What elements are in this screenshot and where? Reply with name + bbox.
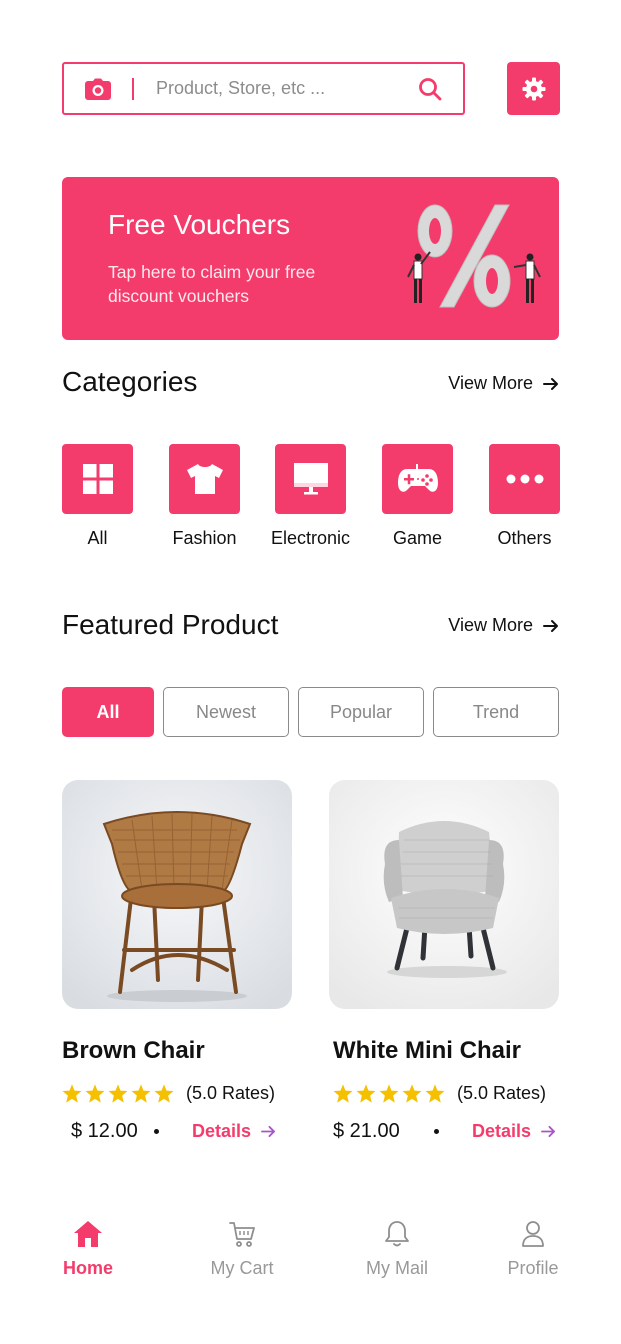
- settings-button[interactable]: [507, 62, 560, 115]
- star-icon: [425, 1084, 445, 1103]
- price-row: $ 12.00 Details: [62, 1120, 292, 1143]
- category-game[interactable]: Game: [382, 444, 453, 549]
- gamepad-icon: [397, 464, 438, 492]
- categories-view-more[interactable]: View More: [448, 373, 559, 394]
- white-chair-image: [329, 780, 559, 1009]
- product-rating: (5.0 Rates): [329, 1083, 559, 1104]
- banner-title: Free Vouchers: [108, 209, 291, 240]
- banner-description: Tap here to claim your free discount vou…: [108, 262, 316, 306]
- product-name: White Mini Chair: [333, 1037, 521, 1064]
- category-tile[interactable]: [275, 444, 346, 514]
- rating-text: (5.0 Rates): [186, 1083, 276, 1103]
- person-left: [407, 251, 431, 303]
- filter-newest[interactable]: Newest: [163, 687, 289, 737]
- brown-chair-image: [62, 780, 292, 1009]
- star-icon: [402, 1084, 422, 1103]
- category-label: All: [87, 528, 108, 548]
- arrow-right-icon: [543, 377, 558, 390]
- search-icon: [419, 77, 442, 100]
- rating-stars: [62, 1084, 174, 1103]
- category-electronic[interactable]: Electronic: [271, 444, 350, 549]
- arrow-right-icon: [261, 1125, 276, 1138]
- categories-title: Categories: [62, 366, 198, 397]
- nav-label: My Mail: [366, 1258, 428, 1278]
- bottom-navigation: Home My Cart My Mail Profile: [0, 1200, 621, 1320]
- monitor-icon: [293, 463, 328, 495]
- star-icon: [154, 1084, 174, 1103]
- product-card[interactable]: Brown Chair (5.0 Rates) $ 12.00 Details: [62, 780, 292, 1143]
- arrow-right-icon: [541, 1125, 556, 1138]
- category-all[interactable]: All: [62, 444, 133, 549]
- separator-dot: [154, 1129, 159, 1134]
- product-rating: (5.0 Rates): [62, 1083, 292, 1104]
- category-others[interactable]: Others: [489, 444, 560, 549]
- nav-label: Profile: [507, 1258, 559, 1278]
- bell-icon: [385, 1221, 409, 1247]
- star-icon: [356, 1084, 376, 1103]
- filter-popular[interactable]: Popular: [298, 687, 424, 737]
- star-icon: [85, 1084, 105, 1103]
- category-label: Electronic: [270, 528, 351, 548]
- category-label: Fashion: [172, 528, 237, 548]
- view-more-label: View More: [448, 373, 533, 393]
- nav-my-mail[interactable]: My Mail: [342, 1220, 452, 1279]
- category-tile[interactable]: [382, 444, 453, 514]
- camera-button[interactable]: [64, 64, 132, 113]
- discount-illustration: [407, 204, 541, 308]
- category-fashion[interactable]: Fashion: [169, 444, 240, 549]
- search-input[interactable]: [134, 78, 397, 99]
- category-tile[interactable]: [169, 444, 240, 514]
- star-icon: [108, 1084, 128, 1103]
- star-icon: [379, 1084, 399, 1103]
- search-button[interactable]: [397, 64, 463, 113]
- nav-profile[interactable]: Profile: [478, 1220, 588, 1279]
- product-image-brown-chair[interactable]: [62, 780, 292, 1009]
- category-label: Game: [392, 528, 443, 548]
- featured-title: Featured Product: [62, 609, 279, 640]
- gear-icon: [522, 77, 545, 100]
- arrow-right-icon: [543, 619, 558, 632]
- separator-dot: [434, 1129, 439, 1134]
- star-icon: [131, 1084, 151, 1103]
- price-row: $ 21.00 Details: [329, 1120, 559, 1143]
- view-more-label: View More: [448, 615, 533, 635]
- user-icon: [522, 1221, 544, 1247]
- person-right: [513, 253, 541, 303]
- filter-all[interactable]: All: [62, 687, 154, 737]
- details-link[interactable]: Details: [192, 1121, 276, 1142]
- rating-text: (5.0 Rates): [457, 1083, 547, 1103]
- details-label: Details: [192, 1121, 252, 1141]
- rating-stars: [333, 1084, 445, 1103]
- nav-label: Home: [62, 1258, 113, 1278]
- category-tile[interactable]: [489, 444, 560, 514]
- details-link[interactable]: Details: [472, 1121, 556, 1142]
- category-list: All Fashion Electronic Game Others: [62, 444, 560, 554]
- product-name: Brown Chair: [62, 1037, 205, 1064]
- grid-icon: [82, 464, 113, 494]
- filter-trend[interactable]: Trend: [433, 687, 559, 737]
- cart-icon: [229, 1222, 255, 1247]
- product-image-white-mini-chair[interactable]: [329, 780, 559, 1009]
- tshirt-icon: [186, 464, 223, 494]
- nav-label: My Cart: [210, 1258, 274, 1278]
- voucher-banner[interactable]: Free Vouchers Tap here to claim your fre…: [62, 177, 559, 340]
- details-label: Details: [472, 1121, 532, 1141]
- category-label: Others: [497, 528, 552, 548]
- search-bar[interactable]: [62, 62, 465, 115]
- star-icon: [333, 1084, 353, 1103]
- product-card[interactable]: White Mini Chair (5.0 Rates) $ 21.00 Det…: [329, 780, 559, 1143]
- star-icon: [62, 1084, 82, 1103]
- camera-icon: [85, 78, 111, 100]
- nav-home[interactable]: Home: [33, 1220, 143, 1279]
- nav-my-cart[interactable]: My Cart: [187, 1220, 297, 1279]
- more-icon: [506, 474, 543, 484]
- home-icon: [74, 1221, 102, 1247]
- product-price: $ 12.00: [71, 1120, 138, 1142]
- product-price: $ 21.00: [333, 1120, 400, 1142]
- category-tile[interactable]: [62, 444, 133, 514]
- featured-view-more[interactable]: View More: [448, 615, 559, 636]
